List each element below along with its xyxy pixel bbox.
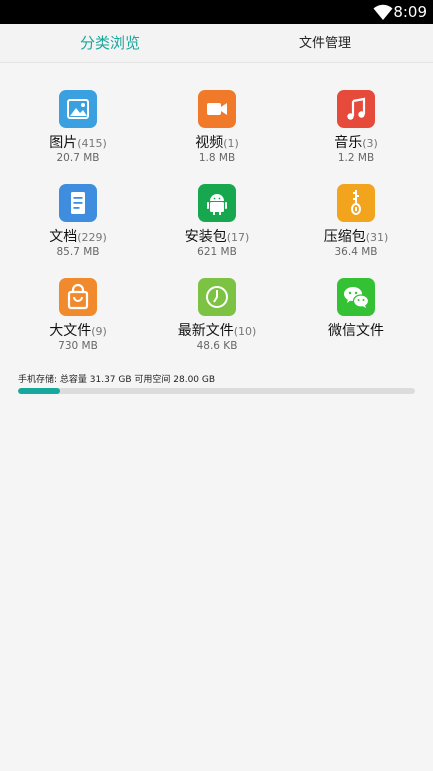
category-apks[interactable]: 安装包(17) 621 MB: [147, 174, 287, 266]
category-documents[interactable]: 文档(229) 85.7 MB: [8, 174, 148, 266]
category-recent-files[interactable]: 最新文件(10) 48.6 KB: [147, 268, 287, 360]
storage-progress-bar: [18, 388, 415, 394]
category-size: 36.4 MB: [334, 246, 378, 258]
category-label: 压缩包(31): [323, 229, 389, 245]
android-icon: [198, 184, 236, 222]
status-bar: 8:09: [0, 0, 433, 24]
category-videos[interactable]: 视频(1) 1.8 MB: [147, 80, 287, 172]
category-size: 621 MB: [197, 246, 237, 258]
category-size: 730 MB: [58, 340, 98, 352]
category-size: 48.6 KB: [196, 340, 238, 352]
category-label: 微信文件: [328, 323, 384, 339]
category-label: 图片(415): [49, 135, 107, 151]
tab-category-browse[interactable]: 分类浏览: [40, 24, 180, 63]
tab-file-manager[interactable]: 文件管理: [255, 24, 395, 63]
music-icon: [337, 90, 375, 128]
zip-icon: [337, 184, 375, 222]
wifi-icon: [373, 4, 393, 20]
category-label: 安装包(17): [184, 229, 250, 245]
storage-label: 手机存储: 总容量 31.37 GB 可用空间 28.00 GB: [18, 375, 216, 385]
image-icon: [59, 90, 97, 128]
status-time: 8:09: [393, 3, 427, 21]
category-size: 20.7 MB: [56, 152, 100, 164]
storage-progress-fill: [18, 388, 61, 394]
tab-bar: 分类浏览 文件管理: [0, 24, 433, 63]
category-label: 音乐(3): [334, 135, 378, 151]
video-icon: [198, 90, 236, 128]
category-size: 1.2 MB: [337, 152, 375, 164]
category-archives[interactable]: 压缩包(31) 36.4 MB: [286, 174, 426, 266]
category-label: 文档(229): [49, 229, 107, 245]
category-images[interactable]: 图片(415) 20.7 MB: [8, 80, 148, 172]
category-label: 视频(1): [195, 135, 239, 151]
shopping-bag-icon: [59, 278, 97, 316]
category-size: 1.8 MB: [198, 152, 236, 164]
storage-info: 手机存储: 总容量 31.37 GB 可用空间 28.00 GB: [18, 372, 415, 394]
category-wechat-files[interactable]: 微信文件: [286, 268, 426, 360]
document-icon: [59, 184, 97, 222]
category-label: 大文件(9): [49, 323, 107, 339]
category-label: 最新文件(10): [177, 323, 257, 339]
category-large-files[interactable]: 大文件(9) 730 MB: [8, 268, 148, 360]
category-size: 85.7 MB: [56, 246, 100, 258]
wechat-icon: [337, 278, 375, 316]
category-music[interactable]: 音乐(3) 1.2 MB: [286, 80, 426, 172]
clock-icon: [198, 278, 236, 316]
